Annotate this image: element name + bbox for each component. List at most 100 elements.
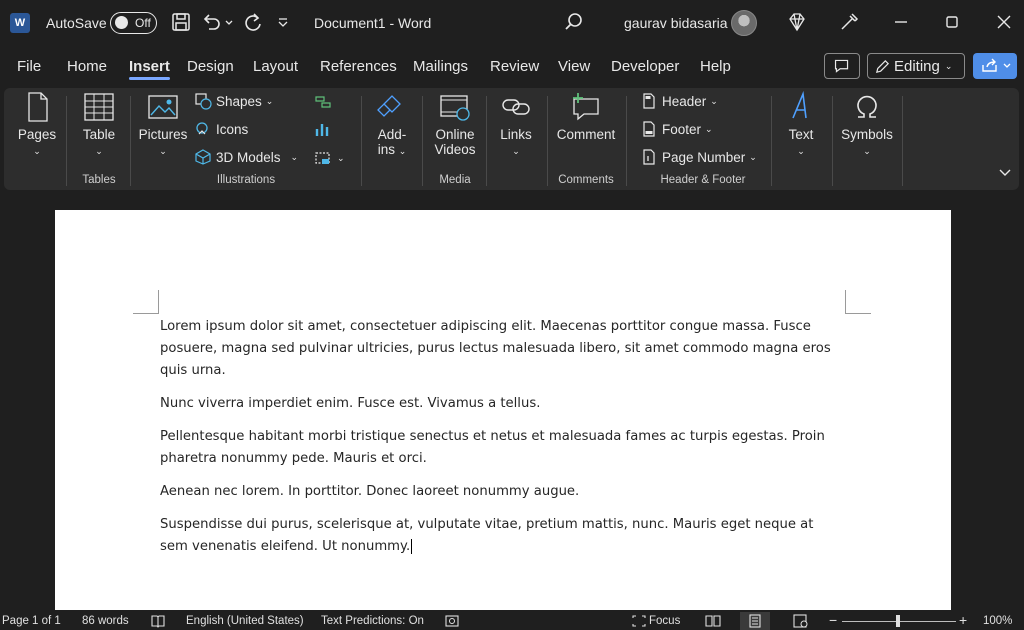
paragraph[interactable]: Pellentesque habitant morbi tristique se… <box>160 426 840 470</box>
tab-help[interactable]: Help <box>700 58 731 75</box>
editing-label: Editing <box>894 57 940 75</box>
group-label-tables: Tables <box>82 174 116 186</box>
omega-icon <box>857 95 877 118</box>
text-box-icon <box>792 90 807 119</box>
group-divider <box>361 96 362 186</box>
undo-icon[interactable] <box>200 11 222 33</box>
search-icon[interactable] <box>563 11 585 33</box>
group-divider <box>626 96 627 186</box>
shapes-button[interactable]: Shapes ⌄ <box>194 92 273 110</box>
table-label: Table <box>82 127 116 142</box>
toggle-knob <box>115 16 128 29</box>
undo-chevron-down-icon[interactable] <box>224 11 234 33</box>
ribbon-collapse-chevron-icon[interactable] <box>998 168 1012 178</box>
document-title: Document1 - Word <box>314 15 432 31</box>
share-button[interactable] <box>973 53 1017 79</box>
group-divider <box>486 96 487 186</box>
links-button[interactable]: Links ⌄ <box>494 90 538 157</box>
screenshot-button[interactable]: ⌄ <box>313 148 345 168</box>
close-icon[interactable] <box>993 11 1015 33</box>
editing-mode-button[interactable]: Editing ⌄ <box>867 53 965 79</box>
page-count[interactable]: Page 1 of 1 <box>2 615 61 627</box>
symbols-button[interactable]: Symbols ⌄ <box>838 90 896 157</box>
tab-review[interactable]: Review <box>490 58 539 75</box>
redo-icon[interactable] <box>242 11 264 33</box>
tab-home[interactable]: Home <box>67 58 107 75</box>
icons-label: Icons <box>216 121 249 137</box>
focus-button[interactable]: Focus <box>649 615 680 627</box>
zoom-in-button[interactable]: + <box>959 612 967 628</box>
chevron-down-icon: ⌄ <box>710 95 718 106</box>
tab-file[interactable]: File <box>17 58 41 75</box>
word-count[interactable]: 86 words <box>82 615 129 627</box>
customize-toolbar-icon[interactable] <box>276 11 290 33</box>
tab-mailings[interactable]: Mailings <box>413 58 468 75</box>
comment-label: Comment <box>556 127 616 142</box>
pages-button[interactable]: Pages ⌄ <box>16 90 58 157</box>
group-label-header-footer: Header & Footer <box>660 174 746 186</box>
page-number-button[interactable]: Page Number ⌄ <box>640 148 757 166</box>
proofing-book-icon[interactable] <box>150 614 166 628</box>
paragraph[interactable]: Aenean nec lorem. In porttitor. Donec la… <box>160 481 840 503</box>
paragraph[interactable]: Lorem ipsum dolor sit amet, consectetuer… <box>160 316 840 382</box>
read-mode-icon[interactable] <box>704 614 722 628</box>
add-ins-button[interactable]: Add- ins ⌄ <box>370 90 414 157</box>
paragraph[interactable]: Suspendisse dui purus, scelerisque at, v… <box>160 514 840 558</box>
status-bar: Page 1 of 1 86 words English (United Sta… <box>0 612 1024 630</box>
user-name[interactable]: gaurav bidasaria <box>624 15 728 31</box>
text-button[interactable]: Text ⌄ <box>780 90 822 157</box>
zoom-slider-thumb[interactable] <box>896 615 900 627</box>
table-icon <box>84 93 114 121</box>
group-divider <box>66 96 67 186</box>
pages-label: Pages <box>17 127 57 142</box>
tab-references[interactable]: References <box>320 58 397 75</box>
new-comment-button[interactable]: Comment <box>554 90 618 142</box>
table-button[interactable]: Table ⌄ <box>78 90 120 157</box>
smartart-icon[interactable] <box>313 92 333 112</box>
document-page[interactable]: Lorem ipsum dolor sit amet, consectetuer… <box>55 210 951 610</box>
chevron-down-icon: ⌄ <box>944 60 953 71</box>
chevron-down-icon: ⌄ <box>95 146 103 156</box>
print-layout-view-button[interactable] <box>740 612 770 630</box>
user-avatar[interactable] <box>731 10 757 36</box>
tab-layout[interactable]: Layout <box>253 58 298 75</box>
tab-view[interactable]: View <box>558 58 590 75</box>
online-video-icon <box>440 95 470 121</box>
footer-button[interactable]: Footer ⌄ <box>640 120 713 138</box>
comments-pane-button[interactable] <box>824 53 860 79</box>
accessibility-icon[interactable] <box>444 614 460 628</box>
symbols-label: Symbols <box>841 127 893 142</box>
save-icon[interactable] <box>170 11 192 33</box>
web-layout-icon[interactable] <box>792 614 810 628</box>
page-number-label: Page Number <box>662 149 746 165</box>
chart-icon[interactable] <box>313 120 333 140</box>
3d-models-button[interactable]: 3D Models ⌄ <box>194 148 298 166</box>
tab-insert[interactable]: Insert <box>129 58 170 80</box>
icons-gallery-icon <box>196 122 208 135</box>
icons-button[interactable]: Icons <box>194 120 248 138</box>
group-divider <box>832 96 833 186</box>
document-body[interactable]: Lorem ipsum dolor sit amet, consectetuer… <box>160 316 840 569</box>
title-bar: W AutoSave Off Document1 - Word gaurav b… <box>0 0 1024 46</box>
tab-developer[interactable]: Developer <box>611 58 679 75</box>
margin-corner-mark <box>133 290 159 314</box>
header-button[interactable]: Header ⌄ <box>640 92 718 110</box>
text-predictions[interactable]: Text Predictions: On <box>321 615 424 627</box>
autosave-toggle[interactable]: Off <box>110 12 157 34</box>
tab-design[interactable]: Design <box>187 58 234 75</box>
pictures-button[interactable]: Pictures ⌄ <box>138 90 188 157</box>
zoom-out-button[interactable]: − <box>829 612 837 628</box>
coauthoring-pen-icon[interactable] <box>838 11 860 33</box>
footer-label: Footer <box>662 121 702 137</box>
shapes-icon <box>195 93 212 110</box>
word-app-icon[interactable]: W <box>10 13 30 33</box>
online-videos-button[interactable]: Online Videos <box>430 90 480 157</box>
zoom-level[interactable]: 100% <box>983 615 1012 627</box>
minimize-icon[interactable] <box>890 11 912 33</box>
diamond-premium-icon[interactable] <box>786 11 808 33</box>
chevron-down-icon: ⌄ <box>290 151 299 162</box>
picture-icon <box>148 95 178 119</box>
maximize-icon[interactable] <box>941 11 963 33</box>
language[interactable]: English (United States) <box>186 615 304 627</box>
paragraph[interactable]: Nunc viverra imperdiet enim. Fusce est. … <box>160 393 840 415</box>
